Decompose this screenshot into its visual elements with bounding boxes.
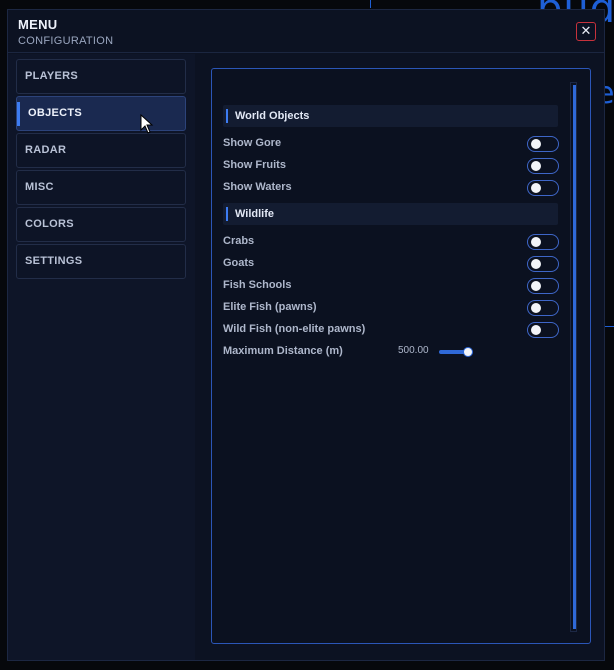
mouse-cursor-icon <box>140 114 154 134</box>
setting-label: Wild Fish (non-elite pawns) <box>223 323 366 335</box>
setting-row-show-gore: Show Gore <box>223 135 559 153</box>
toggle-knob <box>531 281 541 291</box>
wild-fish-toggle[interactable] <box>527 322 559 338</box>
section-title: Wildlife <box>235 208 275 220</box>
slider-value: 500.00 <box>398 345 429 356</box>
setting-label: Show Fruits <box>223 159 286 171</box>
toggle-knob <box>531 259 541 269</box>
sidebar-item-colors[interactable]: COLORS <box>16 207 186 242</box>
scrollbar[interactable] <box>570 82 577 632</box>
background-line <box>604 326 614 327</box>
sidebar-item-players[interactable]: PLAYERS <box>16 59 186 94</box>
toggle-knob <box>531 161 541 171</box>
background-line <box>370 0 371 8</box>
setting-label: Show Waters <box>223 181 292 193</box>
sidebar-item-settings[interactable]: SETTINGS <box>16 244 186 279</box>
window-subtitle: CONFIGURATION <box>18 35 114 47</box>
sidebar: PLAYERS OBJECTS RADAR MISC COLORS SETTIN… <box>8 54 195 660</box>
setting-row-goats: Goats <box>223 255 559 273</box>
close-button[interactable]: ✕ <box>576 22 596 41</box>
sidebar-item-label: RADAR <box>25 144 67 156</box>
crabs-toggle[interactable] <box>527 234 559 250</box>
sidebar-item-label: PLAYERS <box>25 70 79 82</box>
setting-row-crabs: Crabs <box>223 233 559 251</box>
goats-toggle[interactable] <box>527 256 559 272</box>
toggle-knob <box>531 303 541 313</box>
section-title: World Objects <box>235 110 310 122</box>
scrollbar-thumb[interactable] <box>573 85 576 629</box>
show-fruits-toggle[interactable] <box>527 158 559 174</box>
sidebar-item-label: COLORS <box>25 218 74 230</box>
toggle-knob <box>531 237 541 247</box>
setting-row-max-distance: Maximum Distance (m) 500.00 <box>223 343 559 361</box>
setting-row-fish-schools: Fish Schools <box>223 277 559 295</box>
show-gore-toggle[interactable] <box>527 136 559 152</box>
setting-label: Fish Schools <box>223 279 292 291</box>
setting-label: Elite Fish (pawns) <box>223 301 317 313</box>
sidebar-item-misc[interactable]: MISC <box>16 170 186 205</box>
section-header-world-objects: World Objects <box>223 105 558 127</box>
sidebar-item-objects[interactable]: OBJECTS <box>16 96 186 131</box>
settings-panel: World Objects Show Gore Show Fruits Show… <box>211 68 591 644</box>
toggle-knob <box>531 139 541 149</box>
setting-row-show-fruits: Show Fruits <box>223 157 559 175</box>
fish-schools-toggle[interactable] <box>527 278 559 294</box>
setting-label: Goats <box>223 257 255 269</box>
setting-label: Maximum Distance (m) <box>223 345 343 357</box>
section-header-wildlife: Wildlife <box>223 203 558 225</box>
toggle-knob <box>531 325 541 335</box>
window-title: MENU <box>18 17 58 32</box>
sidebar-item-label: OBJECTS <box>28 107 83 119</box>
window-header: MENU CONFIGURATION ✕ <box>8 10 604 53</box>
setting-row-elite-fish: Elite Fish (pawns) <box>223 299 559 317</box>
slider-handle[interactable] <box>463 347 473 357</box>
close-icon: ✕ <box>580 23 592 38</box>
setting-label: Crabs <box>223 235 255 247</box>
toggle-knob <box>531 183 541 193</box>
sidebar-item-label: MISC <box>25 181 54 193</box>
setting-row-wild-fish: Wild Fish (non-elite pawns) <box>223 321 559 339</box>
menu-window: MENU CONFIGURATION ✕ PLAYERS OBJECTS RAD… <box>7 9 605 661</box>
sidebar-item-label: SETTINGS <box>25 255 83 267</box>
show-waters-toggle[interactable] <box>527 180 559 196</box>
sidebar-item-radar[interactable]: RADAR <box>16 133 186 168</box>
setting-label: Show Gore <box>223 137 282 149</box>
elite-fish-toggle[interactable] <box>527 300 559 316</box>
setting-row-show-waters: Show Waters <box>223 179 559 197</box>
